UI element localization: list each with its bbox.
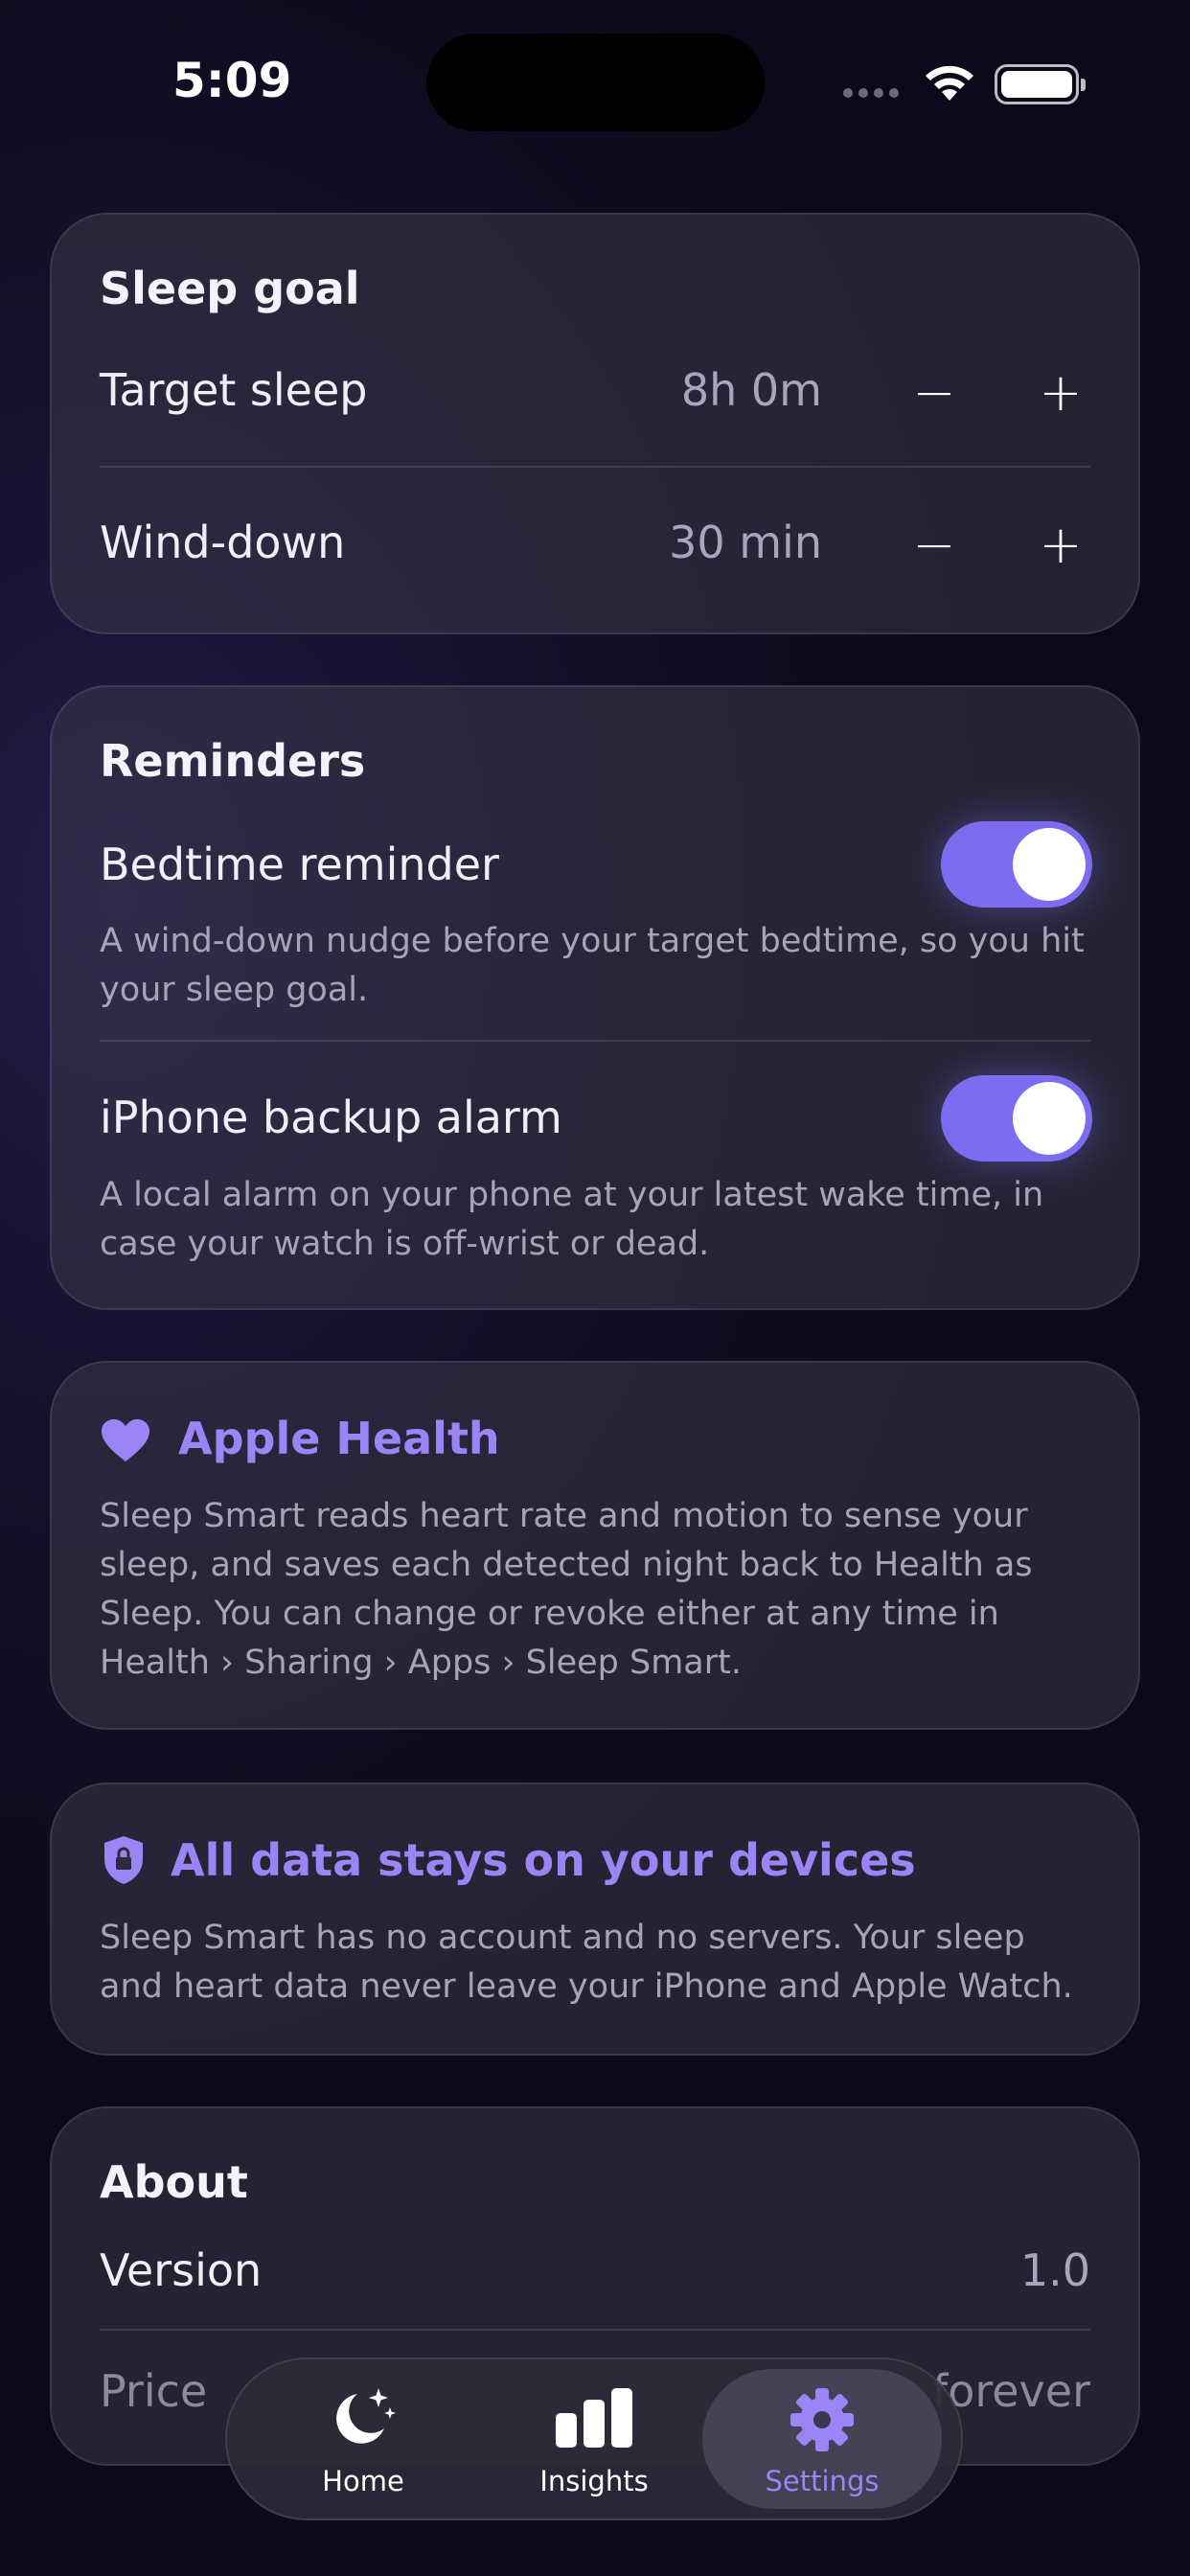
divider bbox=[100, 466, 1090, 468]
heart-icon bbox=[102, 1419, 149, 1461]
version-value: 1.0 bbox=[1019, 2244, 1090, 2296]
dynamic-island bbox=[426, 34, 765, 131]
target-sleep-decrease-button[interactable]: − bbox=[901, 358, 968, 426]
privacy-description: Sleep Smart has no account and no server… bbox=[100, 1919, 1073, 2006]
reminders-title: Reminders bbox=[100, 735, 366, 787]
sleep-goal-card: Sleep goal Target sleep 8h 0m − + Wind-d… bbox=[50, 213, 1140, 634]
price-label: Price bbox=[100, 2365, 208, 2417]
tab-settings[interactable]: Settings bbox=[702, 2369, 942, 2509]
apple-health-title: Apple Health bbox=[178, 1413, 500, 1464]
lock-shield-icon bbox=[104, 1836, 143, 1884]
status-time: 5:09 bbox=[172, 53, 292, 108]
wind-down-increase-button[interactable]: + bbox=[1027, 511, 1094, 578]
cellular-signal-icon bbox=[843, 88, 899, 98]
sleep-goal-title: Sleep goal bbox=[100, 263, 360, 314]
bedtime-reminder-label: Bedtime reminder bbox=[100, 839, 499, 890]
battery-icon bbox=[995, 64, 1086, 104]
moon-stars-icon bbox=[336, 2388, 396, 2444]
status-bar: 5:09 bbox=[0, 0, 1190, 163]
apple-health-description: Sleep Smart reads heart rate and motion … bbox=[100, 1497, 1033, 1682]
wifi-icon bbox=[926, 65, 973, 101]
backup-alarm-label: iPhone backup alarm bbox=[100, 1092, 562, 1143]
apple-health-card: Apple Health Sleep Smart reads heart rat… bbox=[50, 1361, 1140, 1730]
privacy-title: All data stays on your devices bbox=[171, 1834, 916, 1886]
target-sleep-value: 8h 0m bbox=[680, 364, 822, 416]
tab-home[interactable]: Home bbox=[243, 2369, 483, 2509]
wind-down-decrease-button[interactable]: − bbox=[901, 511, 968, 578]
toggle-knob bbox=[1013, 1082, 1086, 1155]
target-sleep-increase-button[interactable]: + bbox=[1027, 358, 1094, 426]
backup-alarm-description: A local alarm on your phone at your late… bbox=[100, 1176, 1044, 1263]
bedtime-reminder-description: A wind-down nudge before your target bed… bbox=[100, 922, 1085, 1009]
target-sleep-label: Target sleep bbox=[100, 364, 368, 416]
tab-insights-label: Insights bbox=[539, 2465, 649, 2497]
privacy-card: All data stays on your devices Sleep Sma… bbox=[50, 1782, 1140, 2056]
gear-icon bbox=[790, 2388, 854, 2451]
tab-bar: Home Insights Settings bbox=[225, 2358, 963, 2520]
reminders-card: Reminders Bedtime reminder A wind-down n… bbox=[50, 685, 1140, 1310]
bedtime-reminder-toggle[interactable] bbox=[941, 821, 1092, 908]
divider bbox=[100, 1040, 1090, 1042]
version-label: Version bbox=[100, 2244, 263, 2296]
tab-insights[interactable]: Insights bbox=[474, 2369, 714, 2509]
bar-chart-icon bbox=[556, 2388, 632, 2448]
wind-down-value: 30 min bbox=[669, 517, 822, 568]
backup-alarm-toggle[interactable] bbox=[941, 1075, 1092, 1162]
tab-settings-label: Settings bbox=[765, 2465, 880, 2497]
divider bbox=[100, 2329, 1090, 2331]
tab-home-label: Home bbox=[322, 2465, 404, 2497]
about-title: About bbox=[100, 2156, 248, 2208]
toggle-knob bbox=[1013, 828, 1086, 901]
wind-down-label: Wind-down bbox=[100, 517, 346, 568]
